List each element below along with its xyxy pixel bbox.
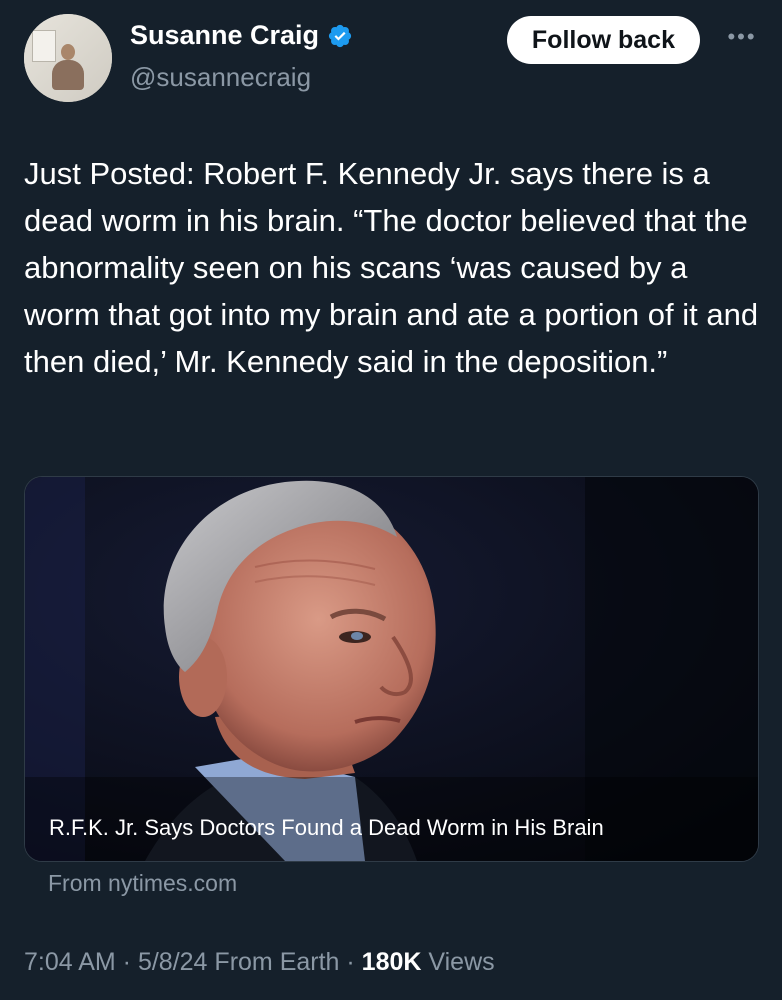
- tweet-text: Just Posted: Robert F. Kennedy Jr. says …: [24, 156, 759, 379]
- views-label: Views: [428, 948, 495, 976]
- portrait-illustration: [25, 477, 758, 861]
- author-name[interactable]: Susanne Craig: [130, 20, 319, 51]
- avatar[interactable]: [24, 14, 112, 102]
- tweet-location: From Earth: [214, 948, 340, 976]
- tweet-date[interactable]: 5/8/24: [138, 948, 208, 976]
- tweet-header: Susanne Craig @susannecraig Follow back …: [24, 14, 762, 104]
- author-handle[interactable]: @susannecraig: [130, 62, 311, 93]
- views-count[interactable]: 180K: [362, 948, 422, 976]
- link-card-headline[interactable]: R.F.K. Jr. Says Doctors Found a Dead Wor…: [49, 815, 604, 841]
- tweet-time[interactable]: 7:04 AM: [24, 948, 116, 976]
- avatar-person-body: [52, 60, 84, 90]
- avatar-wall-frame: [32, 30, 56, 62]
- avatar-person-head: [61, 44, 75, 60]
- more-horizontal-icon[interactable]: •••: [722, 24, 762, 54]
- meta-separator: ·: [115, 948, 138, 976]
- link-card-source[interactable]: From nytimes.com: [48, 870, 237, 897]
- author-name-row: Susanne Craig: [130, 20, 353, 51]
- verified-badge-icon: [327, 23, 353, 49]
- tweet-meta: 7:04 AM · 5/8/24 From Earth · 180K Views: [24, 948, 495, 977]
- follow-back-button[interactable]: Follow back: [506, 16, 700, 64]
- link-card-image[interactable]: R.F.K. Jr. Says Doctors Found a Dead Wor…: [24, 476, 759, 862]
- meta-separator: ·: [339, 948, 362, 976]
